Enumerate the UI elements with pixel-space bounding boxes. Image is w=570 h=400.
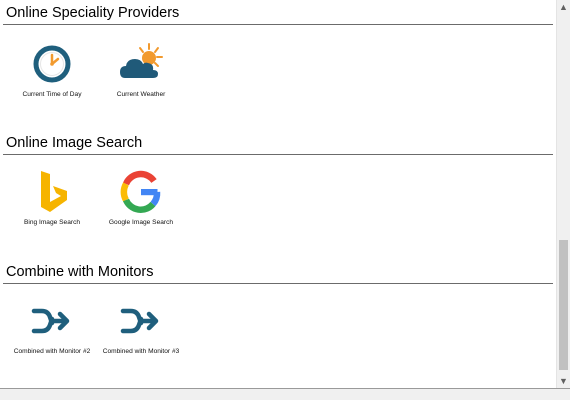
section-title: Online Speciality Providers [6,5,180,21]
tile-bing-image-search[interactable]: Bing Image Search [7,168,97,227]
scroll-down-icon[interactable]: ▼ [557,374,570,388]
vertical-scrollbar[interactable]: ▲ ▼ [556,0,570,388]
tile-label: Google Image Search [108,219,174,226]
section-divider [3,283,553,284]
google-icon [117,168,165,216]
tile-combined-with-monitor-2[interactable]: Combined with Monitor #2 [7,297,97,356]
tile-current-time-of-day[interactable]: Current Time of Day [7,40,97,99]
section-title: Combine with Monitors [6,264,154,280]
clock-icon [28,40,76,88]
section-title: Online Image Search [6,135,143,151]
bing-icon [28,168,76,216]
section-online-image-search: Online Image Search Bing Image Search Go… [0,129,553,254]
tile-label: Bing Image Search [23,219,81,226]
tile-google-image-search[interactable]: Google Image Search [96,168,186,227]
tile-label: Current Weather [116,91,166,98]
tile-label: Combined with Monitor #3 [102,348,180,355]
tile-combined-with-monitor-3[interactable]: Combined with Monitor #3 [96,297,186,356]
scroll-thumb[interactable] [559,240,568,370]
tile-label: Current Time of Day [22,91,82,98]
scroll-up-icon[interactable]: ▲ [557,0,570,14]
section-divider [3,154,553,155]
settings-scroll-pane: Online Speciality Providers Current Time… [0,0,556,388]
bottom-panel-bar [0,388,570,400]
combine-icon [117,297,165,345]
tile-current-weather[interactable]: Current Weather [96,40,186,99]
section-divider [3,24,553,25]
combine-icon [28,297,76,345]
weather-icon [117,40,165,88]
section-combine-with-monitors: Combine with Monitors Combined with Moni… [0,258,553,388]
section-online-speciality-providers: Online Speciality Providers Current Time… [0,0,553,125]
tile-label: Combined with Monitor #2 [13,348,91,355]
